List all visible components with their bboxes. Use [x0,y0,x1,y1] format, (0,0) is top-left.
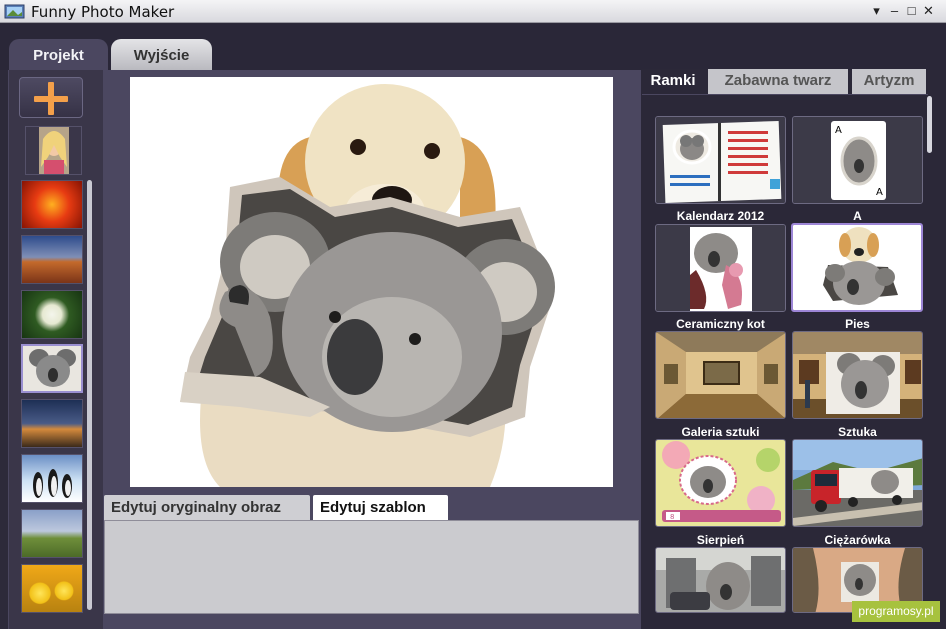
tab-edit-original-image[interactable]: Edytuj oryginalny obraz [104,495,310,520]
thumbnail-meadow[interactable] [21,509,83,558]
add-image-button[interactable] [19,77,83,118]
template-list-scrollbar[interactable] [927,96,932,153]
tab-edit-template[interactable]: Edytuj szablon [313,495,448,520]
tab-wyjscie[interactable]: Wyjście [111,39,212,71]
thumbnail-white-flowers[interactable] [21,290,83,339]
thumbnail-temple[interactable] [21,399,83,448]
frame-label: Galeria sztuki [681,425,760,439]
frame-galeria-sztuki[interactable] [655,331,786,419]
minimize-button[interactable]: – [887,3,902,18]
frame-label: Sztuka [838,425,877,439]
frame-street[interactable] [655,547,786,613]
calendar-date: 8 [670,513,674,521]
composite-image [180,84,555,487]
image-list-scrollbar[interactable] [87,180,92,610]
tab-divider [642,94,928,95]
frame-pies[interactable] [791,223,923,312]
svg-text:A: A [876,187,883,198]
frame-kalendarz-2012[interactable] [655,116,786,204]
frame-label: Sierpień [696,533,745,547]
app-window: Funny Photo Maker ▾ – □ ✕ Projekt Wyjści… [0,0,946,629]
watermark: programosy.pl [852,601,940,622]
frame-sztuka[interactable] [792,331,923,419]
thumbnail-canyon[interactable] [21,235,83,284]
window-title: Funny Photo Maker [31,3,175,21]
close-button[interactable]: ✕ [921,3,936,18]
tab-projekt[interactable]: Projekt [9,39,108,71]
frame-label: Kalendarz 2012 [676,209,765,223]
photo-canvas[interactable] [130,77,613,487]
frame-label: Ceramiczny kot [676,317,765,331]
plus-icon [34,82,68,115]
frame-label: Ciężarówka [824,533,891,547]
frame-sierpien[interactable]: 8 [655,439,786,527]
tab-zabawna-twarz[interactable]: Zabawna twarz [708,69,848,94]
thumbnail-portrait-woman[interactable] [25,126,82,175]
tab-artyzm[interactable]: Artyzm [852,69,926,94]
maximize-button[interactable]: □ [904,3,919,18]
image-thumbnail-list [19,124,87,614]
edit-options-panel [104,520,639,614]
frame-ciezarowka[interactable] [792,439,923,527]
thumbnail-red-flower[interactable] [21,180,83,229]
frame-label: Pies [845,317,870,331]
thumbnail-koala[interactable] [21,344,83,393]
title-bar: Funny Photo Maker ▾ – □ ✕ [0,0,946,23]
frame-ceramiczny-kot[interactable] [655,224,786,312]
svg-text:A: A [835,125,842,136]
tab-ramki[interactable]: Ramki [642,69,704,94]
thumbnail-penguins[interactable] [21,454,83,503]
app-icon [4,4,25,19]
frame-a[interactable]: A A [792,116,923,204]
thumbnail-yellow-tulips[interactable] [21,564,83,613]
menu-dropdown-icon[interactable]: ▾ [869,3,884,18]
frame-label: A [853,209,862,223]
